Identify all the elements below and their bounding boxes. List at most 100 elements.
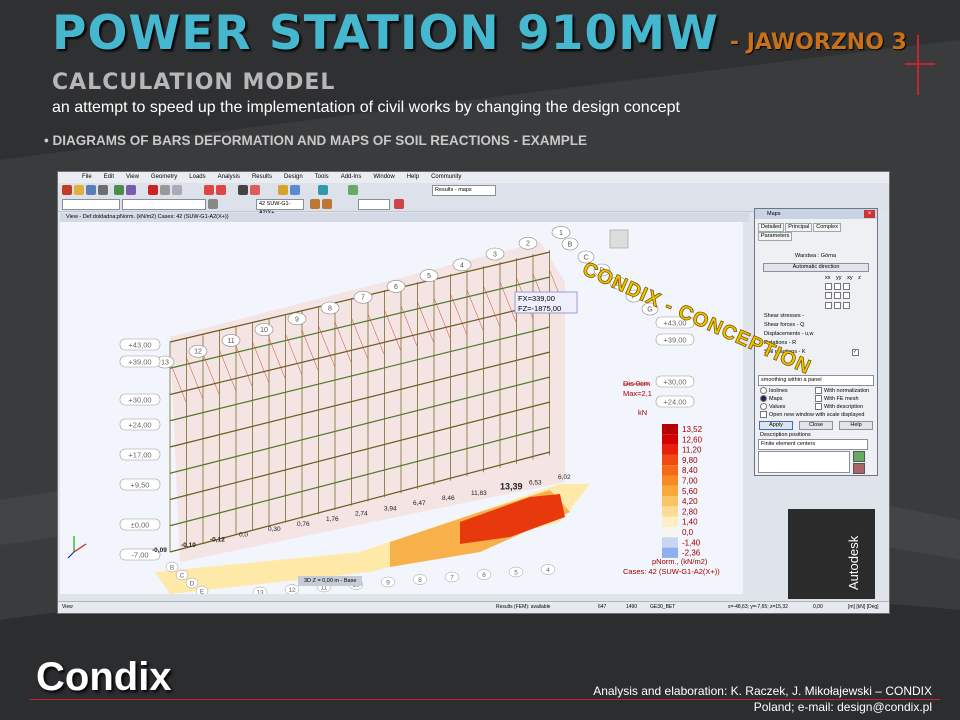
grid-label-top-13: 13 [161, 360, 169, 367]
bottom-number-label-5: 5 [514, 570, 518, 577]
object-combo[interactable] [122, 199, 206, 210]
menu-item-analysis[interactable]: Analysis [218, 172, 240, 183]
option-maps-label: Maps [769, 395, 783, 402]
model-view[interactable]: 13 12 11 10 9 8 7 6 5 4 3 2 1 B C D E F G +43,00 +39,00 +30,0… [60, 222, 743, 594]
legend-swatch-11 [662, 537, 678, 548]
help-button[interactable]: Help [839, 421, 873, 430]
smoothing-select[interactable]: smoothing within a panel [758, 375, 874, 386]
option-maps[interactable]: Maps [760, 395, 782, 402]
legend-swatch-2 [662, 444, 678, 455]
save-icon[interactable] [86, 185, 96, 195]
menu-item-edit[interactable]: Edit [104, 172, 114, 183]
option-values[interactable]: Values [760, 403, 785, 410]
delete-icon[interactable] [853, 463, 865, 474]
cut-icon[interactable] [160, 185, 170, 195]
credit-line-2: Poland; e-mail: design@condix.pl [753, 700, 932, 714]
undo-icon[interactable] [204, 185, 214, 195]
legend-swatch-9 [662, 516, 678, 527]
legend-value-11: -1,40 [682, 538, 701, 547]
grid-label-top-3: 3 [493, 252, 497, 259]
close-button[interactable]: Close [799, 421, 833, 430]
bottom-number-label-4: 4 [546, 567, 550, 574]
open-file-icon[interactable] [74, 185, 84, 195]
option-isolines[interactable]: Isolines [760, 387, 788, 394]
maps-dialog-title: Maps [755, 209, 877, 219]
redo-icon[interactable] [216, 185, 226, 195]
menu-item-file[interactable]: File [82, 172, 92, 183]
grid-label-top-11: 11 [227, 338, 234, 345]
description-positions-select[interactable]: Finite element centers [758, 439, 868, 450]
legend-swatch-5 [662, 475, 678, 486]
level-label-6: ±0,00 [131, 521, 150, 530]
legend-swatch-8 [662, 506, 678, 517]
menu-item-results[interactable]: Results [252, 172, 272, 183]
autodesk-logo: Autodesk [846, 535, 861, 590]
level-label-1: +39,00 [128, 358, 151, 367]
status-units: [m] [kN] [Deg] [848, 604, 879, 610]
tab-principal[interactable]: Principal [785, 223, 813, 232]
checkbox-row-2[interactable] [825, 292, 852, 299]
menu-item-design[interactable]: Design [284, 172, 303, 183]
automatic-direction-button[interactable]: Automatic direction [763, 263, 869, 272]
case-select[interactable]: 42 SUW-G1-A2(X+ [256, 199, 304, 216]
legend-swatch-10 [662, 527, 678, 538]
delete-icon[interactable] [148, 185, 158, 195]
select-icon[interactable] [208, 199, 218, 209]
menu-item-view[interactable]: View [126, 172, 139, 183]
soil-value-14: 6,02 [558, 474, 571, 481]
autodesk-panel [788, 509, 875, 599]
menu-item-help[interactable]: Help [407, 172, 419, 183]
bottom-letter-label-C: C [180, 573, 185, 580]
calc-icon[interactable] [250, 185, 260, 195]
zoom-icon[interactable] [278, 185, 288, 195]
structure-icon[interactable] [318, 185, 328, 195]
copy-icon[interactable] [172, 185, 182, 195]
row-shear-forces: Shear forces - Q [764, 322, 805, 328]
menu-item-window[interactable]: Window [373, 172, 394, 183]
case-next-icon[interactable] [322, 199, 332, 209]
grid-label-top-2: 2 [526, 241, 530, 248]
status-node-count: 647 [598, 604, 607, 610]
row-shear-stresses: Shear stresses - [764, 313, 805, 319]
menu-item-community[interactable]: Community [431, 172, 461, 183]
option-description[interactable]: With description [815, 403, 863, 410]
row-displacements: Displacements - u,w [764, 331, 814, 337]
refresh-icon[interactable] [853, 451, 865, 462]
table-icon[interactable] [238, 185, 248, 195]
selection-combo[interactable] [62, 199, 120, 210]
apply-button[interactable]: Apply [759, 421, 793, 430]
legend-caption-1: pNorm., (kN/m2) [652, 557, 708, 566]
soil-value-0: -0,09 [152, 547, 167, 554]
tab-detailed[interactable]: Detailed [758, 223, 785, 232]
menu-item-tools[interactable]: Tools [315, 172, 329, 183]
tab-complex[interactable]: Complex [813, 223, 841, 232]
option-fe-mesh[interactable]: With FE mesh [815, 395, 859, 402]
display-icon[interactable] [394, 199, 404, 209]
legend-value-2: 11,20 [682, 446, 702, 455]
view-tabs[interactable]: 3D Z = 0,00 m - Base [298, 576, 363, 586]
status-angle: 0,00 [813, 604, 823, 610]
checkbox-row-3[interactable] [825, 302, 852, 309]
soil-reactions-checkbox[interactable]: ✓ [852, 349, 861, 356]
legend-swatch-4 [662, 465, 678, 476]
menu-item-geometry[interactable]: Geometry [151, 172, 177, 183]
tab-parameters[interactable]: Parameters [758, 232, 793, 241]
preview-icon[interactable] [114, 185, 124, 195]
grid-label-top-8: 8 [328, 306, 332, 313]
results-layout-select[interactable]: Results - maps [432, 185, 496, 196]
pan-icon[interactable] [290, 185, 300, 195]
view-icon[interactable] [126, 185, 136, 195]
option-open-new[interactable]: Open new window with scale displayed [760, 411, 864, 418]
close-icon[interactable]: × [864, 210, 875, 218]
results-icon[interactable] [348, 185, 358, 195]
filter-combo[interactable] [358, 199, 390, 210]
print-icon[interactable] [98, 185, 108, 195]
legend-value-8: 2,80 [682, 507, 698, 516]
right-level-label-2: +30,00 [663, 378, 686, 387]
case-prev-icon[interactable] [310, 199, 320, 209]
menu-item-loads[interactable]: Loads [189, 172, 205, 183]
menu-item-addins[interactable]: Add-Ins [341, 172, 362, 183]
checkbox-row-1[interactable] [825, 283, 852, 290]
new-file-icon[interactable] [62, 185, 72, 195]
option-normalization[interactable]: With normalization [815, 387, 869, 394]
